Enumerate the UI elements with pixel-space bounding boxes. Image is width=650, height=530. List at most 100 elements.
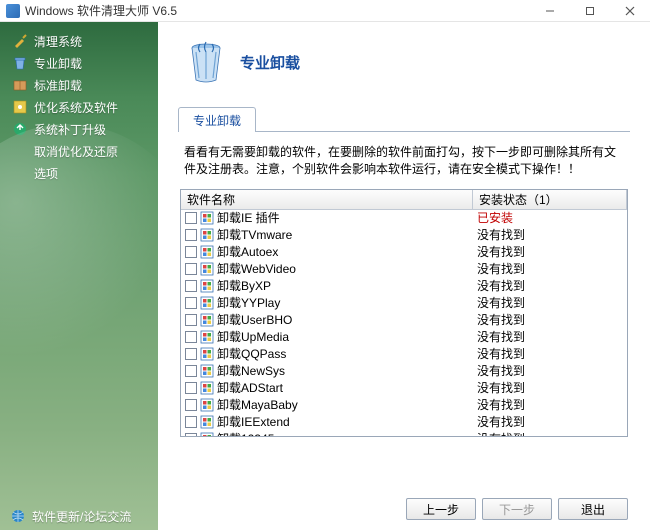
software-name: 卸载QQPass xyxy=(217,345,286,362)
software-icon xyxy=(200,228,214,242)
table-row[interactable]: 卸载QQPass 没有找到 xyxy=(181,346,627,363)
sidebar-item-undo-optimize[interactable]: 取消优化及还原 xyxy=(0,140,158,162)
table-row[interactable]: 卸载ByXP没有找到 xyxy=(181,278,627,295)
row-checkbox[interactable] xyxy=(185,331,197,343)
row-checkbox[interactable] xyxy=(185,433,197,437)
exit-button[interactable]: 退出 xyxy=(558,498,628,520)
row-checkbox[interactable] xyxy=(185,212,197,224)
software-icon xyxy=(200,381,214,395)
row-checkbox[interactable] xyxy=(185,348,197,360)
install-status: 没有找到 xyxy=(473,345,627,362)
sidebar-item-label: 优化系统及软件 xyxy=(34,99,118,116)
install-status: 没有找到 xyxy=(473,226,627,243)
row-checkbox[interactable] xyxy=(185,280,197,292)
software-icon xyxy=(200,279,214,293)
software-icon xyxy=(200,296,214,310)
software-icon xyxy=(200,245,214,259)
software-name: 卸载MayaBaby xyxy=(217,396,298,413)
software-icon xyxy=(200,398,214,412)
table-row[interactable]: 卸载WebVideo没有找到 xyxy=(181,261,627,278)
sidebar-footer-link[interactable]: 软件更新/论坛交流 xyxy=(0,502,158,530)
table-header: 软件名称 安装状态（1） xyxy=(181,190,627,210)
install-status: 没有找到 xyxy=(473,277,627,294)
row-checkbox[interactable] xyxy=(185,263,197,275)
trash-icon xyxy=(12,55,28,71)
row-checkbox[interactable] xyxy=(185,246,197,258)
software-icon xyxy=(200,313,214,327)
sidebar-footer-label: 软件更新/论坛交流 xyxy=(32,508,131,525)
page-title: 专业卸载 xyxy=(240,52,300,73)
install-status: 没有找到 xyxy=(473,294,627,311)
software-icon xyxy=(200,364,214,378)
next-button[interactable]: 下一步 xyxy=(482,498,552,520)
app-icon xyxy=(6,4,20,18)
table-row[interactable]: 卸载YYPlay没有找到 xyxy=(181,295,627,312)
software-name: 卸载ADStart xyxy=(217,379,283,396)
software-icon xyxy=(200,211,214,225)
minimize-button[interactable] xyxy=(530,0,570,22)
row-checkbox[interactable] xyxy=(185,382,197,394)
software-icon xyxy=(200,262,214,276)
table-row[interactable]: 卸载Autoex没有找到 xyxy=(181,244,627,261)
row-checkbox[interactable] xyxy=(185,365,197,377)
window-title: Windows 软件清理大师 V6.5 xyxy=(25,2,530,19)
blank-icon xyxy=(12,143,28,159)
sidebar-item-pro-uninstall[interactable]: 专业卸载 xyxy=(0,52,158,74)
tab-pro-uninstall[interactable]: 专业卸载 xyxy=(178,107,256,132)
install-status: 没有找到 xyxy=(473,413,627,430)
sidebar-item-label: 专业卸载 xyxy=(34,55,82,72)
table-row[interactable]: 卸载IEExtend没有找到 xyxy=(181,414,627,431)
install-status: 没有找到 xyxy=(473,362,627,379)
column-header-name[interactable]: 软件名称 xyxy=(181,190,473,209)
wizard-buttons: 上一步 下一步 退出 xyxy=(406,498,628,520)
close-button[interactable] xyxy=(610,0,650,22)
content-pane: 专业卸载 专业卸载 看看有无需要卸载的软件，在要删除的软件前面打勾，按下一步即可… xyxy=(158,22,650,530)
software-name: 卸载UserBHO xyxy=(217,311,292,328)
table-row[interactable]: 卸载UpMedia没有找到 xyxy=(181,329,627,346)
box-icon xyxy=(12,77,28,93)
software-icon xyxy=(200,415,214,429)
table-row[interactable]: 卸载NewSys没有找到 xyxy=(181,363,627,380)
table-row[interactable]: 卸载12345没有找到 xyxy=(181,431,627,437)
sidebar-item-patch-update[interactable]: 系统补丁升级 xyxy=(0,118,158,140)
sidebar-item-label: 选项 xyxy=(34,165,58,182)
install-status: 没有找到 xyxy=(473,430,627,437)
column-header-status[interactable]: 安装状态（1） xyxy=(473,190,627,209)
software-table[interactable]: 软件名称 安装状态（1） 卸载IE 插件已安装卸载TVmware没有找到卸载Au… xyxy=(180,189,628,437)
table-row[interactable]: 卸载TVmware没有找到 xyxy=(181,227,627,244)
software-icon xyxy=(200,432,214,437)
software-name: 卸载IE 插件 xyxy=(217,209,280,226)
row-checkbox[interactable] xyxy=(185,416,197,428)
table-row[interactable]: 卸载UserBHO没有找到 xyxy=(181,312,627,329)
install-status: 没有找到 xyxy=(473,396,627,413)
sidebar-item-options[interactable]: 选项 xyxy=(0,162,158,184)
table-row[interactable]: 卸载ADStart 没有找到 xyxy=(181,380,627,397)
row-checkbox[interactable] xyxy=(185,314,197,326)
tool-icon xyxy=(12,99,28,115)
maximize-button[interactable] xyxy=(570,0,610,22)
update-icon xyxy=(12,121,28,137)
install-status: 没有找到 xyxy=(473,243,627,260)
software-icon xyxy=(200,330,214,344)
table-row[interactable]: 卸载IE 插件已安装 xyxy=(181,210,627,227)
sidebar: 清理系统 专业卸载 标准卸载 优化系统及软件 系统补丁升级 取消优化及还原 选项 xyxy=(0,22,158,530)
broom-icon xyxy=(12,33,28,49)
globe-icon xyxy=(10,508,26,524)
table-row[interactable]: 卸载MayaBaby 没有找到 xyxy=(181,397,627,414)
row-checkbox[interactable] xyxy=(185,399,197,411)
blank-icon xyxy=(12,165,28,181)
sidebar-item-label: 清理系统 xyxy=(34,33,82,50)
sidebar-item-std-uninstall[interactable]: 标准卸载 xyxy=(0,74,158,96)
row-checkbox[interactable] xyxy=(185,297,197,309)
recycle-bin-icon xyxy=(182,38,230,86)
row-checkbox[interactable] xyxy=(185,229,197,241)
sidebar-item-label: 系统补丁升级 xyxy=(34,121,106,138)
window-controls xyxy=(530,0,650,22)
install-status: 没有找到 xyxy=(473,260,627,277)
sidebar-item-clean[interactable]: 清理系统 xyxy=(0,30,158,52)
install-status: 没有找到 xyxy=(473,379,627,396)
titlebar: Windows 软件清理大师 V6.5 xyxy=(0,0,650,22)
prev-button[interactable]: 上一步 xyxy=(406,498,476,520)
sidebar-item-optimize[interactable]: 优化系统及软件 xyxy=(0,96,158,118)
description-text: 看看有无需要卸载的软件，在要删除的软件前面打勾，按下一步即可删除其所有文件及注册… xyxy=(184,144,624,179)
